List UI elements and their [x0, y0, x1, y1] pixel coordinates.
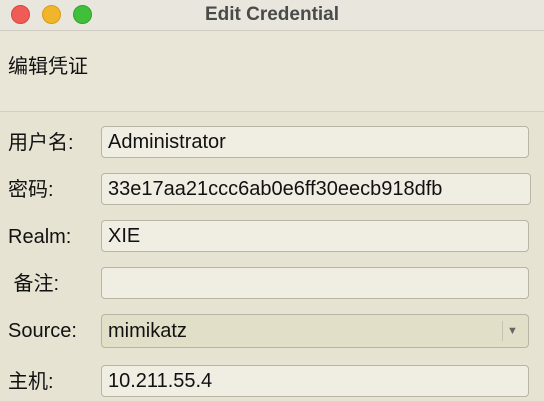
host-field[interactable]: 10.211.55.4: [101, 365, 529, 397]
password-field[interactable]: 33e17aa21ccc6ab0e6ff30eecb918dfb: [101, 173, 531, 205]
host-label: 主机:: [8, 371, 54, 393]
chevron-down-icon[interactable]: ▼: [502, 321, 522, 341]
dialog-header-text: 编辑凭证: [8, 54, 88, 78]
edit-credential-dialog: Edit Credential 编辑凭证 用户名: Administrator …: [0, 0, 544, 401]
username-label: 用户名:: [8, 132, 74, 154]
note-label: 备注:: [8, 273, 60, 295]
source-label: Source:: [8, 320, 77, 342]
dialog-header: 编辑凭证: [0, 31, 544, 112]
window-title: Edit Credential: [204, 4, 340, 25]
source-selected-value: mimikatz: [108, 320, 187, 342]
source-select[interactable]: mimikatz ▼: [101, 314, 529, 348]
realm-field[interactable]: XIE: [101, 220, 529, 252]
note-field[interactable]: [101, 267, 529, 299]
password-label: 密码:: [8, 179, 54, 201]
realm-label: Realm:: [8, 226, 72, 248]
username-field[interactable]: Administrator: [101, 126, 529, 158]
title-bar: Edit Credential: [0, 0, 544, 31]
